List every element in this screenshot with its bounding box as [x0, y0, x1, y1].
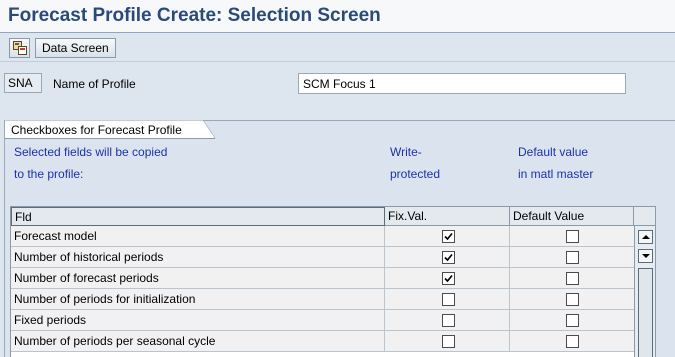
- application-toolbar: Data Screen: [0, 34, 675, 62]
- field-name-cell: Number of periods per seasonal cycle: [11, 331, 385, 352]
- fix-val-checkbox[interactable]: [442, 335, 455, 348]
- profile-name-label: Name of Profile: [53, 77, 136, 91]
- group-title: Checkboxes for Forecast Profile: [11, 123, 182, 137]
- screen-switch-icon: [13, 41, 27, 55]
- column-header-fld[interactable]: Fld: [11, 207, 385, 226]
- write-protected-label-line2: protected: [390, 167, 441, 181]
- scroll-thumb[interactable]: [638, 268, 653, 357]
- fix-val-checkbox[interactable]: [442, 272, 455, 285]
- group-title-tab: Checkboxes for Forecast Profile: [5, 120, 216, 139]
- profile-name-input[interactable]: [298, 73, 626, 94]
- info-text-line2: to the profile:: [14, 167, 84, 181]
- scroll-down-button[interactable]: [638, 249, 653, 263]
- default-value-checkbox[interactable]: [566, 230, 579, 243]
- field-name-cell: Number of historical periods: [11, 247, 385, 268]
- data-screen-button[interactable]: Data Screen: [35, 38, 116, 58]
- info-text-line1: Selected fields will be copied: [14, 145, 168, 159]
- column-header-fix-val[interactable]: Fix.Val.: [385, 207, 510, 226]
- field-name-cell: Fixed periods: [11, 310, 385, 331]
- main-area: SNA Name of Profile Checkboxes for Forec…: [0, 63, 675, 357]
- table-row: Number of periods for initialization: [11, 289, 634, 310]
- table-row: Number of forecast periods: [11, 268, 634, 289]
- field-name-cell: Number of periods for initialization: [11, 289, 385, 310]
- write-protected-label-line1: Write-: [390, 145, 422, 159]
- arrow-up-icon: [642, 235, 650, 239]
- table-row: Fixed periods: [11, 310, 634, 331]
- profile-code-field: SNA: [4, 73, 42, 93]
- title-bar: Forecast Profile Create: Selection Scree…: [0, 0, 675, 33]
- scroll-up-button[interactable]: [638, 230, 653, 244]
- default-value-checkbox[interactable]: [566, 335, 579, 348]
- fix-val-checkbox[interactable]: [442, 251, 455, 264]
- page-title: Forecast Profile Create: Selection Scree…: [8, 5, 381, 26]
- arrow-down-icon: [642, 254, 650, 258]
- table-header: Fld Fix.Val. Default Value: [11, 207, 655, 226]
- fields-table: Fld Fix.Val. Default Value Forecast mode…: [10, 206, 656, 357]
- default-value-checkbox[interactable]: [566, 293, 579, 306]
- column-header-default-value[interactable]: Default Value: [510, 207, 634, 226]
- default-value-checkbox[interactable]: [566, 251, 579, 264]
- fix-val-checkbox[interactable]: [442, 230, 455, 243]
- table-row: Number of historical periods: [11, 247, 634, 268]
- checkbox-group-box: Checkboxes for Forecast Profile Selected…: [4, 120, 675, 357]
- default-value-checkbox[interactable]: [566, 272, 579, 285]
- table-row: Number of periods per seasonal cycle: [11, 331, 634, 352]
- default-value-label-line2: in matl master: [518, 167, 594, 181]
- fix-val-checkbox[interactable]: [442, 293, 455, 306]
- vertical-scrollbar[interactable]: [634, 226, 655, 357]
- table-row: Forecast model: [11, 226, 634, 247]
- field-name-cell: Number of forecast periods: [11, 268, 385, 289]
- fix-val-checkbox[interactable]: [442, 314, 455, 327]
- default-value-label-line1: Default value: [518, 145, 589, 159]
- screen-switch-button[interactable]: [9, 38, 30, 58]
- default-value-checkbox[interactable]: [566, 314, 579, 327]
- field-name-cell: Forecast model: [11, 226, 385, 247]
